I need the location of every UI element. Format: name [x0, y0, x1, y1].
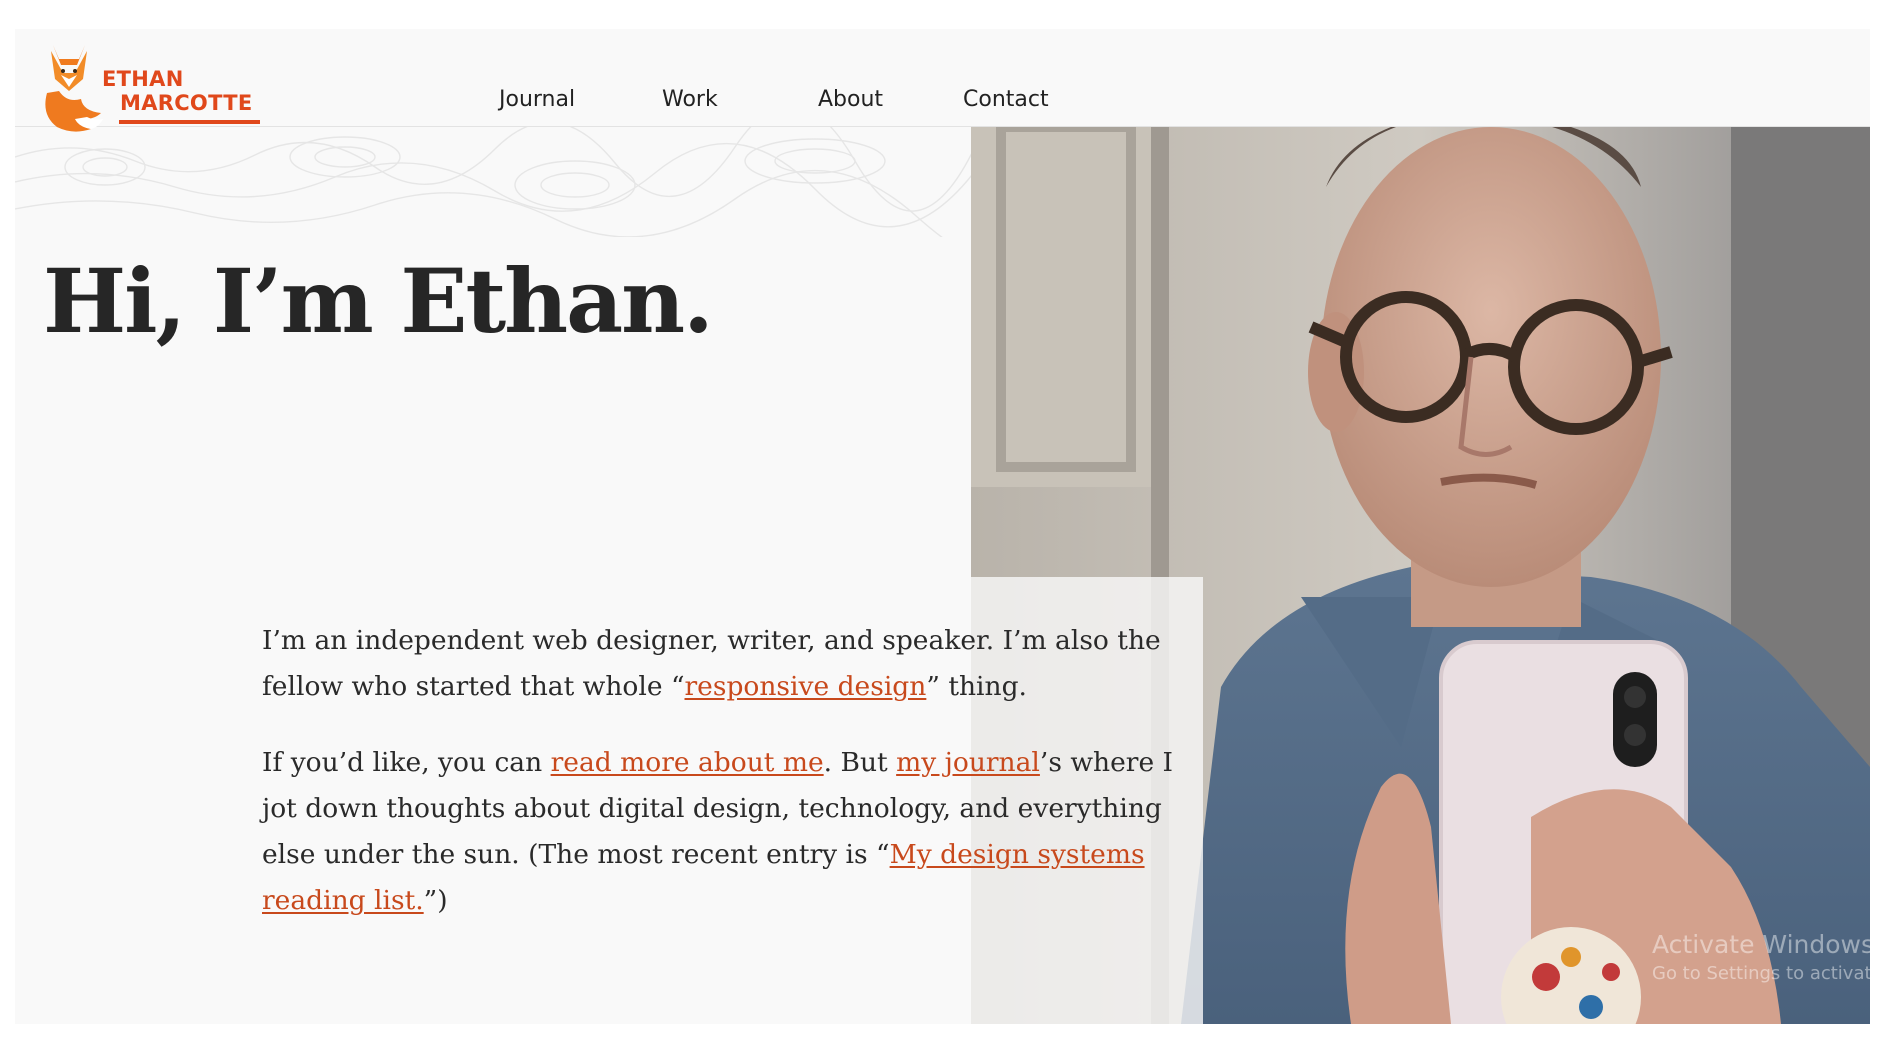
logo-wordmark: ETHAN MARCOTTE: [102, 67, 252, 115]
intro-p2-mid1: . But: [823, 747, 897, 778]
watermark-subtitle: Go to Settings to activate Windows.: [1652, 963, 1880, 984]
journal-link[interactable]: my journal: [896, 747, 1040, 778]
intro-paragraph-1: I’m an independent web designer, writer,…: [262, 618, 1192, 710]
nav-journal[interactable]: Journal: [499, 87, 575, 112]
intro-p1-end: ” thing.: [926, 671, 1027, 702]
page-title: Hi, I’m Ethan.: [43, 249, 714, 353]
topographic-pattern: [15, 127, 972, 237]
site-logo[interactable]: ETHAN MARCOTTE: [39, 43, 269, 135]
intro-paragraph-2: If you’d like, you can read more about m…: [262, 740, 1192, 924]
activate-windows-watermark: Activate Windows Go to Settings to activ…: [1652, 930, 1880, 984]
intro-text: I’m an independent web designer, writer,…: [262, 618, 1192, 954]
nav-work[interactable]: Work: [662, 87, 718, 112]
responsive-design-link[interactable]: responsive design: [685, 671, 927, 702]
intro-p2-text: If you’d like, you can: [262, 747, 551, 778]
site-header: ETHAN MARCOTTE Journal Work About Contac…: [15, 29, 1870, 132]
logo-line-2: MARCOTTE: [120, 91, 253, 115]
logo-line-1: ETHAN: [102, 67, 184, 91]
nav-about[interactable]: About: [818, 87, 883, 112]
about-me-link[interactable]: read more about me: [551, 747, 824, 778]
nav-contact[interactable]: Contact: [963, 87, 1049, 112]
intro-p2-end: ”): [423, 885, 448, 916]
logo-underline: [119, 120, 260, 124]
watermark-title: Activate Windows: [1652, 930, 1874, 959]
